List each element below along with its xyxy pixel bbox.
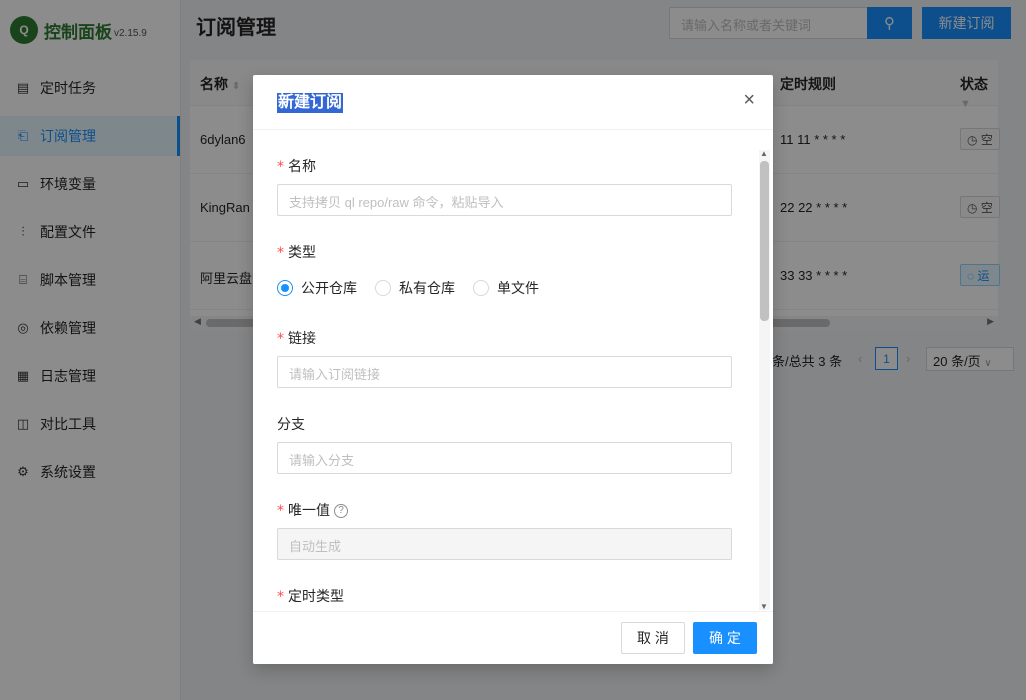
radio-private-repo[interactable]: 私有仓库 — [375, 278, 455, 298]
radio-button[interactable] — [375, 280, 391, 296]
new-subscription-modal: 新建订阅 × * 名称 支持拷贝 ql repo/raw 命令，粘贴导入 * 类型 … — [253, 75, 773, 664]
type-radio-group: 公开仓库 私有仓库 单文件 — [277, 278, 539, 298]
cancel-button[interactable]: 取 消 — [621, 622, 685, 654]
type-label: * 类型 — [277, 244, 316, 261]
scroll-down-icon[interactable]: ▼ — [760, 602, 768, 611]
url-label: * 链接 — [277, 330, 316, 347]
unique-label: * 唯一值? — [277, 500, 348, 520]
modal-title: 新建订阅 — [277, 93, 344, 113]
scroll-up-icon[interactable]: ▲ — [760, 149, 768, 158]
radio-single-file[interactable]: 单文件 — [473, 278, 539, 298]
unique-input: 自动生成 — [277, 528, 732, 560]
vertical-scrollbar[interactable]: ▲ ▼ — [759, 149, 770, 611]
radio-button[interactable] — [473, 280, 489, 296]
branch-label: 分支 — [277, 416, 305, 432]
name-input[interactable]: 支持拷贝 ql repo/raw 命令，粘贴导入 — [277, 184, 732, 216]
modal-body: * 名称 支持拷贝 ql repo/raw 命令，粘贴导入 * 类型 公开仓库 私有… — [253, 130, 773, 611]
name-label: * 名称 — [277, 158, 316, 175]
radio-public-repo[interactable]: 公开仓库 — [277, 278, 357, 298]
schedule-type-label: * 定时类型 — [277, 588, 344, 605]
branch-input[interactable]: 请输入分支 — [277, 442, 732, 474]
close-icon[interactable]: × — [743, 89, 755, 112]
scrollbar-thumb[interactable] — [760, 161, 769, 321]
radio-label: 单文件 — [497, 280, 539, 296]
radio-label: 私有仓库 — [399, 280, 455, 296]
modal-header: 新建订阅 × — [253, 75, 773, 130]
question-icon[interactable]: ? — [334, 504, 348, 519]
radio-button[interactable] — [277, 280, 293, 296]
url-input[interactable]: 请输入订阅链接 — [277, 356, 732, 388]
confirm-button[interactable]: 确 定 — [693, 622, 757, 654]
modal-footer: 取 消 确 定 — [253, 611, 773, 664]
radio-label: 公开仓库 — [301, 280, 357, 296]
